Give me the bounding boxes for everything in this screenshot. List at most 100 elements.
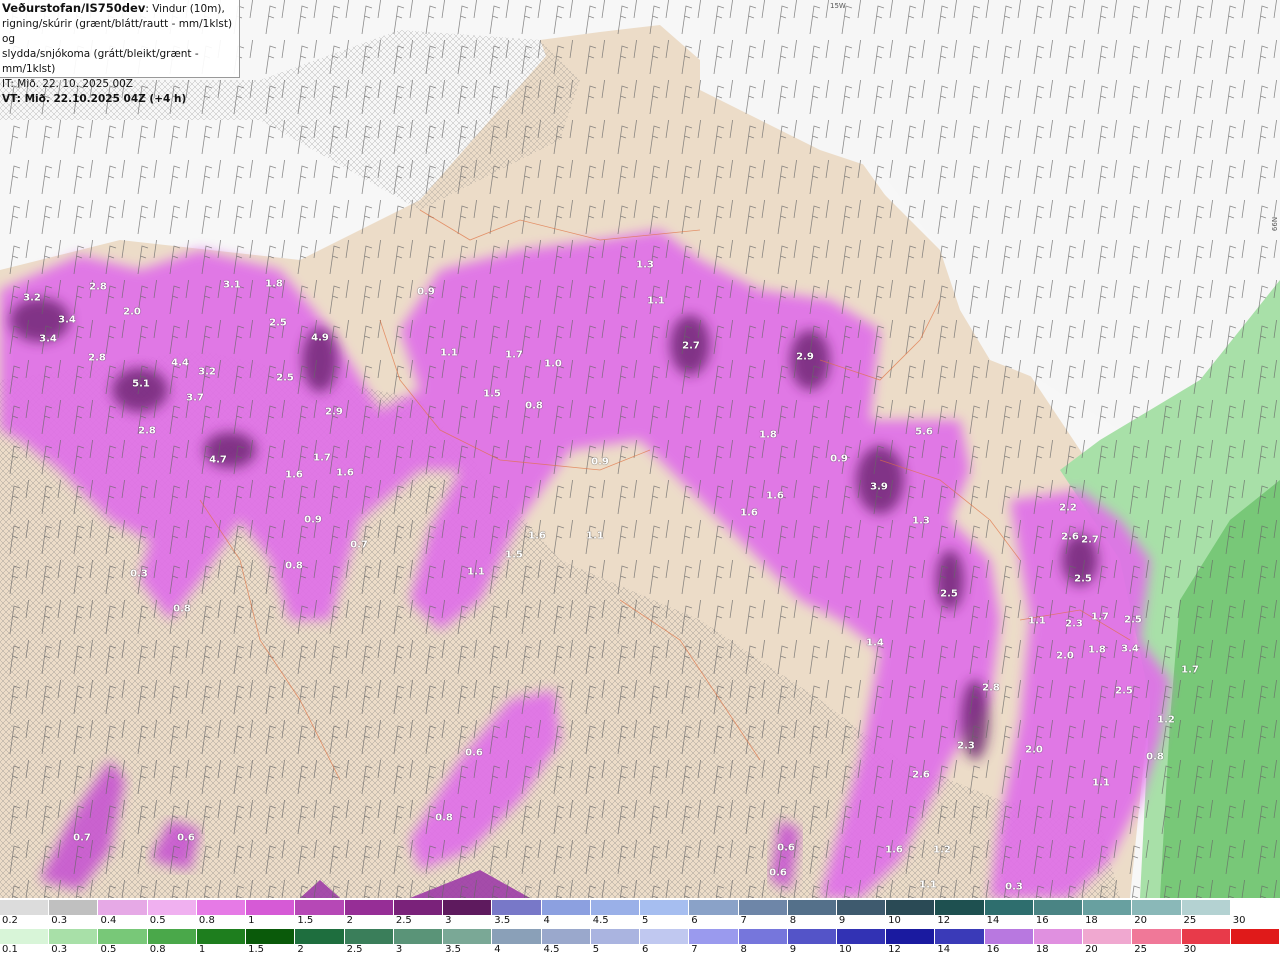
precip-value-label: 1.3 [636,259,654,271]
precip-value-label: 2.9 [325,406,343,418]
precip-value-label: 1.6 [766,490,784,502]
precip-value-label: 2.5 [269,317,287,329]
precip-value-label: 0.8 [173,603,191,615]
precip-value-label: 1.1 [919,879,937,891]
precip-value-label: 2.8 [138,425,156,437]
legend-tick-label: 30 [1183,944,1197,955]
valid-time: VT: Mið. 22.10.2025 04Z (+4 h) [2,93,187,105]
precip-value-label: 1.4 [866,637,884,649]
legend-tick-label: 12 [888,944,901,955]
title-line2: rigning/skúrir (grænt/blátt/rautt - mm/1… [2,18,233,45]
legend-tick-label: 7 [740,915,747,926]
legend-tick-label: 5 [592,944,600,955]
precip-value-label: 0.6 [177,832,195,844]
legend-tick-label: 25 [1183,915,1197,926]
legend-color-cell [1230,900,1280,915]
precip-value-label: 2.5 [940,588,958,600]
precip-value-label: 1.6 [528,530,546,542]
precip-value-label: 4.7 [209,454,227,466]
forecast-map: Veðurstofan/IS750dev: Vindur (10m), rign… [0,0,1280,898]
legend-tick-label: 14 [986,915,1000,926]
legend-tick-label: 9 [838,915,846,926]
legend-color-cell [984,929,1034,944]
legend-tick-label: 4.5 [543,944,560,955]
precip-value-label: 1.6 [285,469,303,481]
grid-label-lat: 66N [1271,216,1280,232]
precip-value-label: 2.3 [1065,618,1083,630]
legend-tick-label: 3.5 [445,944,461,955]
precip-value-label: 1.7 [313,452,331,464]
legend-color-cell [787,929,837,944]
precip-value-label: 1.1 [586,530,604,542]
legend-color-cell [886,900,936,915]
precip-value-label: 1.3 [912,515,930,527]
legend-color-cell [196,900,247,915]
legend-rain-bar [0,929,1280,944]
legend-tick-label: 1 [248,915,255,926]
legend-tick-label: 8 [740,944,747,955]
legend-color-cell [295,929,345,944]
legend-color-cell [492,929,542,944]
precip-value-label: 0.8 [1146,751,1164,763]
legend-tick-label: 2.5 [346,944,363,955]
precip-value-label: 2.9 [796,351,814,363]
legend-color-cell [1181,929,1231,944]
precip-value-label: 1.1 [467,566,485,578]
precip-value-label: 0.6 [465,747,483,759]
legend-tick-label: 14 [937,944,951,955]
legend-tick-label: 30 [1232,915,1246,926]
precip-value-label: 3.1 [223,279,241,291]
legend-tick-label: 18 [1035,944,1049,955]
legend-color-cell [196,929,247,944]
legend-color-cell [984,900,1034,915]
legend-color-cell [492,900,542,915]
precip-value-label: 0.6 [777,842,795,854]
precip-value-label: 0.3 [130,568,148,580]
legend-color-cell [1132,900,1182,915]
precip-value-label: 2.8 [88,352,106,364]
precip-value-label: 0.8 [435,812,453,824]
precip-value-label: 2.7 [682,340,700,352]
legend-color-cell [0,929,50,944]
legend-color-cell [344,900,394,915]
legend-tick-label: 4 [543,915,550,926]
legend-tick-label: 8 [789,915,797,926]
legend-tick-label: 10 [838,944,852,955]
legend-tick-label: 20 [1134,915,1148,926]
legend-color-cell [246,929,296,944]
precip-value-label: 1.1 [440,347,458,359]
precip-value-label: 3.9 [870,481,888,493]
precip-value-label: 2.7 [1081,534,1099,546]
legend-tick-label: 0.3 [51,915,68,926]
legend-color-cell [640,929,690,944]
legend-color-cell [393,929,444,944]
precip-value-label: 4.4 [171,357,189,369]
precip-value-label: 2.6 [912,769,930,781]
legend-color-cell [443,929,493,944]
legend-tick-label: 7 [691,944,698,955]
legend-tick-label: 16 [1035,915,1049,926]
legend-tick-label: 3 [395,944,403,955]
legend-tick-label: 0.1 [2,944,18,955]
legend-color-cell [295,900,345,915]
legend-color-cell [0,900,50,915]
legend-color-cell [393,900,444,915]
legend-tick-label: 0.5 [100,944,117,955]
legend-color-cell [689,929,739,944]
precip-value-label: 5.6 [915,426,933,438]
wind-barbs [0,0,1280,898]
legend-tick-label: 5 [642,915,649,926]
map-title-box: Veðurstofan/IS750dev: Vindur (10m), rign… [0,0,240,105]
legend-tick-label: 6 [642,944,649,955]
legend-tick-label: 0.8 [198,915,215,926]
precip-value-label: 1.6 [885,844,903,856]
grid-label-lon: 15W [830,2,846,10]
precip-value-label: 2.5 [1115,685,1133,697]
legend-tick-label: 12 [937,915,951,926]
legend-tick-label: 0.3 [51,944,68,955]
precip-value-label: 1.7 [1181,664,1199,676]
legend-tick-label: 16 [986,944,1000,955]
legend-tick-label: 1 [198,944,206,955]
legend-color-cell [49,929,99,944]
precip-value-label: 0.9 [417,286,435,298]
